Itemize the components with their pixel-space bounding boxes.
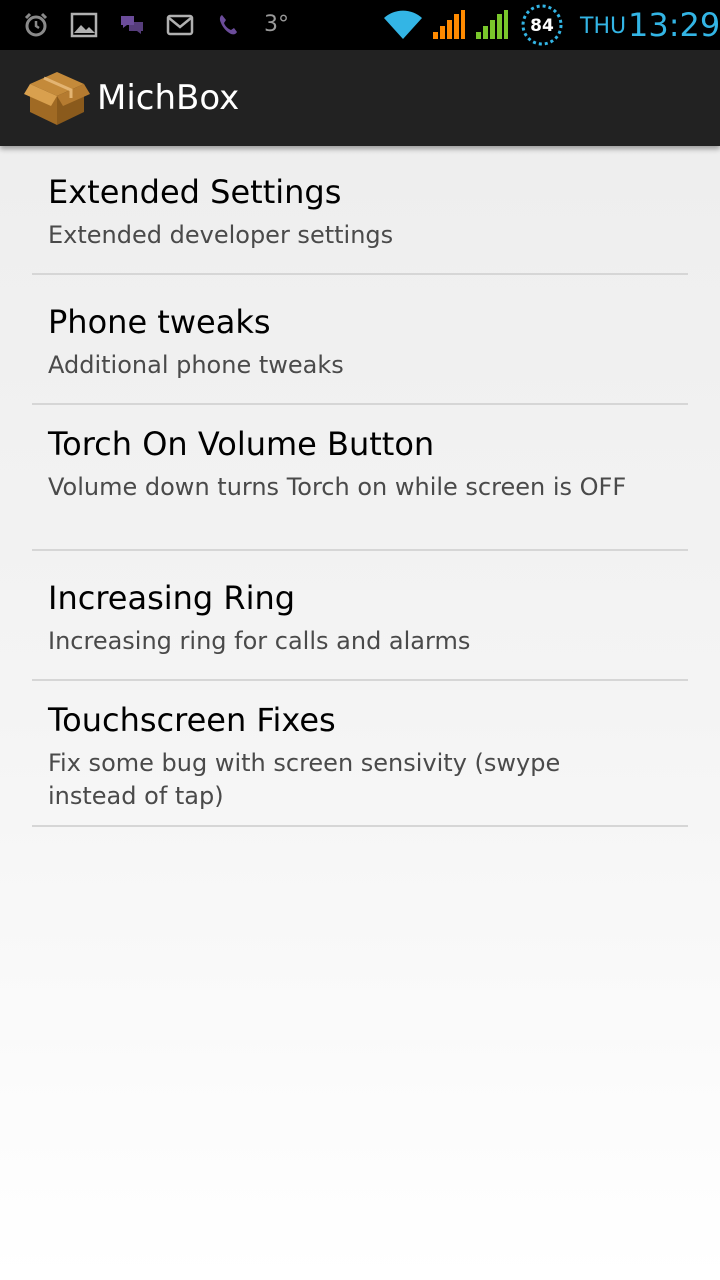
signal-icon [431, 10, 467, 40]
list-item-increasing-ring[interactable]: Increasing Ring Increasing ring for call… [0, 551, 720, 681]
list-item-title: Increasing Ring [48, 579, 296, 617]
clock-day: THU [580, 14, 627, 39]
viber-icon [215, 10, 243, 40]
list-item-summary: Volume down turns Torch on while screen … [48, 473, 627, 501]
divider [32, 825, 688, 827]
box-icon[interactable] [24, 64, 90, 130]
list-item-summary: Additional phone tweaks [48, 351, 344, 379]
wifi-icon [381, 10, 425, 40]
list-item-title: Extended Settings [48, 173, 342, 211]
chat-icon [118, 10, 146, 40]
signal-icon [474, 10, 510, 40]
temperature-readout: 3° [264, 12, 289, 37]
image-icon [69, 10, 99, 40]
action-bar: MichBox [0, 50, 720, 146]
list-item-title: Touchscreen Fixes [48, 701, 336, 739]
battery-level: 84 [530, 16, 554, 36]
list-item-phone-tweaks[interactable]: Phone tweaks Additional phone tweaks [0, 275, 720, 405]
alarm-icon [22, 10, 50, 40]
mail-icon [166, 10, 194, 40]
list-item-summary: Increasing ring for calls and alarms [48, 627, 471, 655]
list-item-torch-on-volume[interactable]: Torch On Volume Button Volume down turns… [0, 405, 720, 551]
list-item-title: Torch On Volume Button [48, 425, 435, 463]
list-item-touchscreen-fixes[interactable]: Touchscreen Fixes Fix some bug with scre… [0, 681, 720, 827]
list-item-summary: Fix some bug with screen sensivity (swyp… [48, 749, 561, 810]
battery-icon: 84 [518, 3, 566, 47]
app-title: MichBox [97, 78, 240, 118]
list-item-summary: Extended developer settings [48, 221, 394, 249]
clock-time: 13:29 [628, 6, 720, 44]
list-item-extended-settings[interactable]: Extended Settings Extended developer set… [0, 146, 720, 275]
status-bar: 3° 84 THU 13:29 [0, 0, 720, 50]
list-item-title: Phone tweaks [48, 303, 271, 341]
